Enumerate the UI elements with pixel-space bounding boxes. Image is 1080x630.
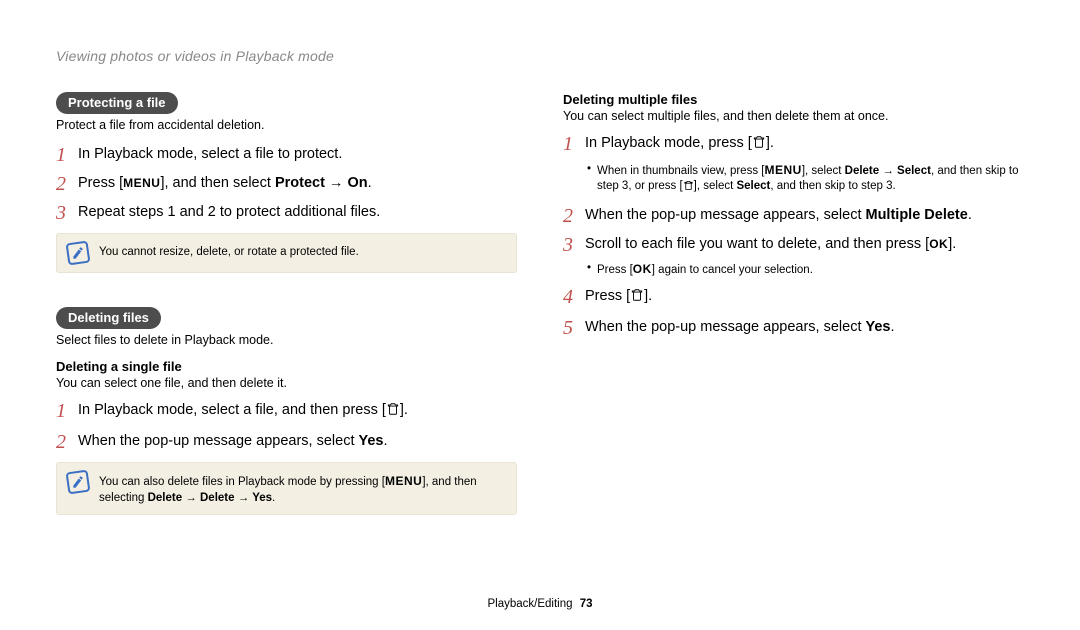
step-number: 3 bbox=[563, 234, 585, 255]
step-text: When the pop-up message appears, select … bbox=[78, 431, 388, 452]
bold-fragment: Delete → Select bbox=[845, 165, 931, 177]
subintro-single: You can select one file, and then delete… bbox=[56, 376, 517, 390]
two-column-layout: Protecting a file Protect a file from ac… bbox=[56, 92, 1024, 531]
text-fragment: ]. bbox=[766, 135, 774, 151]
note-box: You cannot resize, delete, or rotate a p… bbox=[56, 233, 517, 273]
step-text: In Playback mode, select a file to prote… bbox=[78, 144, 342, 165]
step-number: 2 bbox=[56, 431, 78, 452]
text-fragment: Scroll to each file you want to delete, … bbox=[585, 236, 929, 252]
running-head: Viewing photos or videos in Playback mod… bbox=[56, 48, 1024, 64]
ok-icon: OK bbox=[929, 237, 948, 251]
page-footer: Playback/Editing 73 bbox=[0, 598, 1080, 610]
pill-deleting: Deleting files bbox=[56, 307, 161, 329]
text-fragment: You can also delete files in Playback mo… bbox=[99, 476, 385, 488]
text-fragment: ]. bbox=[644, 288, 652, 304]
footer-page: 73 bbox=[580, 598, 593, 610]
text-fragment: When in thumbnails view, press [ bbox=[597, 165, 764, 177]
step-number: 2 bbox=[563, 205, 585, 226]
step-number: 3 bbox=[56, 202, 78, 223]
subintro-multi: You can select multiple files, and then … bbox=[563, 109, 1024, 123]
trash-icon bbox=[752, 135, 766, 156]
step-number: 2 bbox=[56, 173, 78, 194]
step-text: When the pop-up message appears, select … bbox=[585, 205, 972, 226]
step-text: Repeat steps 1 and 2 to protect addition… bbox=[78, 202, 380, 223]
step-number: 1 bbox=[56, 144, 78, 165]
step-number: 1 bbox=[563, 133, 585, 154]
note-box: You can also delete files in Playback mo… bbox=[56, 462, 517, 515]
bold-fragment: Yes bbox=[866, 319, 891, 335]
step-number: 4 bbox=[563, 286, 585, 307]
trash-icon bbox=[630, 288, 644, 309]
deleting-intro: Select files to delete in Playback mode. bbox=[56, 333, 517, 347]
text-fragment: ], and then select bbox=[160, 175, 274, 191]
protecting-steps: 1 In Playback mode, select a file to pro… bbox=[56, 144, 517, 223]
text-fragment: ]. bbox=[400, 402, 408, 418]
step1-sub: When in thumbnails view, press [MENU], s… bbox=[585, 162, 1024, 197]
text-fragment: ], select bbox=[694, 180, 737, 192]
step-text: When the pop-up message appears, select … bbox=[585, 317, 895, 338]
bold-fragment: Delete → Delete → Yes bbox=[148, 492, 272, 504]
step-text: Press [MENU], and then select Protect → … bbox=[78, 173, 372, 194]
step3-sub: Press [OK] again to cancel your selectio… bbox=[585, 261, 1024, 279]
manual-page: Viewing photos or videos in Playback mod… bbox=[0, 0, 1080, 630]
text-fragment: ] again to cancel your selection. bbox=[652, 264, 813, 276]
text-fragment: , and then skip to step 3. bbox=[770, 180, 895, 192]
substep: When in thumbnails view, press [MENU], s… bbox=[585, 162, 1024, 197]
left-column: Protecting a file Protect a file from ac… bbox=[56, 92, 517, 531]
bold-fragment: Yes bbox=[359, 433, 384, 449]
text-fragment: Press [ bbox=[585, 288, 630, 304]
footer-section: Playback/Editing bbox=[487, 598, 572, 610]
text-fragment: In Playback mode, press [ bbox=[585, 135, 752, 151]
menu-icon: MENU bbox=[385, 474, 422, 488]
subhead-multi: Deleting multiple files bbox=[563, 92, 1024, 107]
multi-delete-steps-cont2: 4 Press []. 5 When the pop-up message ap… bbox=[563, 286, 1024, 338]
right-column: Deleting multiple files You can select m… bbox=[563, 92, 1024, 531]
text-fragment: In Playback mode, select a file, and the… bbox=[78, 402, 386, 418]
menu-icon: MENU bbox=[123, 176, 160, 190]
subhead-single: Deleting a single file bbox=[56, 359, 517, 374]
step-text: Press []. bbox=[585, 286, 652, 309]
step-text: In Playback mode, select a file, and the… bbox=[78, 400, 408, 423]
pill-protecting: Protecting a file bbox=[56, 92, 178, 114]
note-icon bbox=[66, 469, 91, 494]
note-icon bbox=[66, 241, 91, 266]
multi-delete-steps: 1 In Playback mode, press []. bbox=[563, 133, 1024, 156]
note-text: You can also delete files in Playback mo… bbox=[99, 471, 506, 506]
text-fragment: ], select bbox=[802, 165, 845, 177]
substep: Press [OK] again to cancel your selectio… bbox=[585, 261, 1024, 279]
multi-delete-steps-cont: 2 When the pop-up message appears, selec… bbox=[563, 205, 1024, 255]
text-fragment: When the pop-up message appears, select bbox=[585, 319, 866, 335]
note-text: You cannot resize, delete, or rotate a p… bbox=[99, 242, 359, 260]
text-fragment: When the pop-up message appears, select bbox=[78, 433, 359, 449]
bold-fragment: Select bbox=[736, 180, 770, 192]
protecting-intro: Protect a file from accidental deletion. bbox=[56, 118, 517, 132]
trash-icon bbox=[683, 180, 694, 197]
step-number: 5 bbox=[563, 317, 585, 338]
text-fragment: When the pop-up message appears, select bbox=[585, 207, 866, 223]
bold-fragment: Multiple Delete bbox=[866, 207, 968, 223]
step-text: In Playback mode, press []. bbox=[585, 133, 774, 156]
text-fragment: Press [ bbox=[78, 175, 123, 191]
menu-icon: MENU bbox=[764, 163, 801, 177]
ok-icon: OK bbox=[633, 262, 652, 276]
trash-icon bbox=[386, 402, 400, 423]
step-number: 1 bbox=[56, 400, 78, 421]
text-fragment: Press [ bbox=[597, 264, 633, 276]
single-delete-steps: 1 In Playback mode, select a file, and t… bbox=[56, 400, 517, 452]
bold-fragment: Protect → On bbox=[275, 175, 368, 191]
step-text: Scroll to each file you want to delete, … bbox=[585, 234, 956, 255]
text-fragment: ]. bbox=[948, 236, 956, 252]
